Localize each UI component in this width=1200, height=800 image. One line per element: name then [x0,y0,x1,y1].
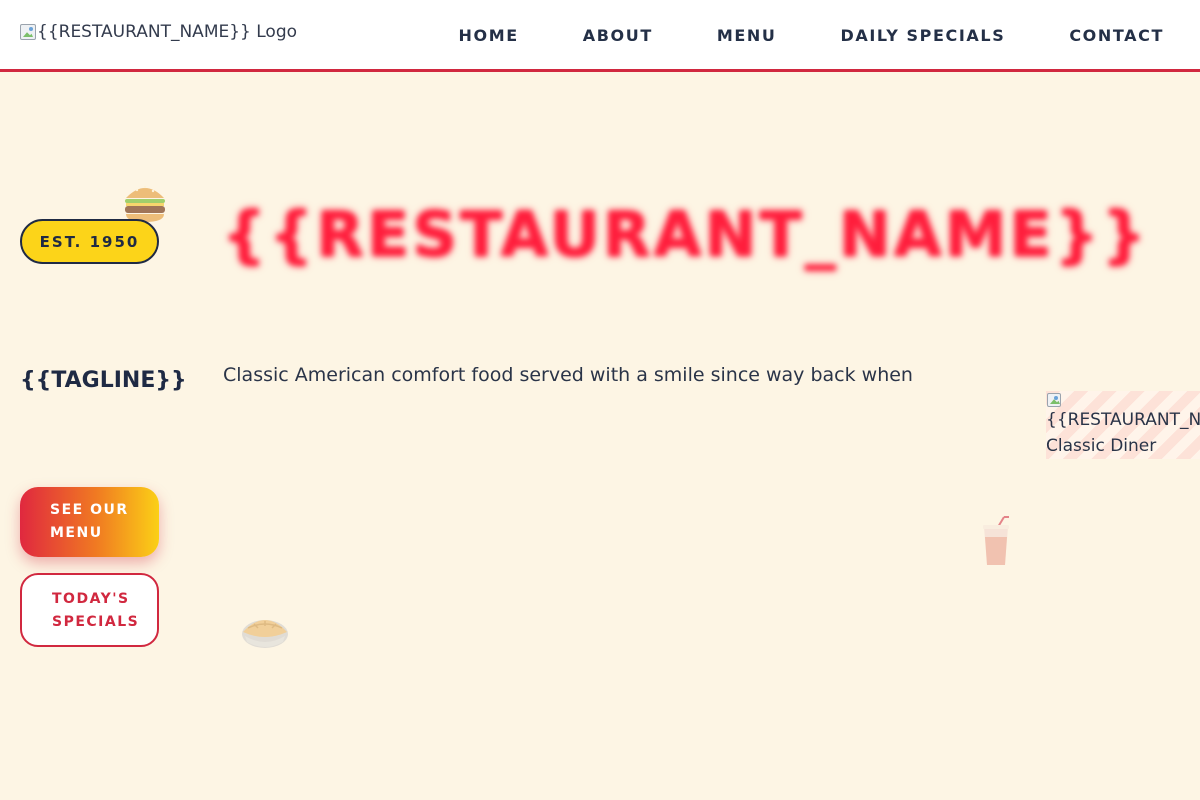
nav-menu[interactable]: MENU [717,26,777,45]
site-header: {{RESTAURANT_NAME}} Logo HOME ABOUT MENU… [0,0,1200,72]
hero-image: {{RESTAURANT_NAME}} Classic Diner [1046,391,1200,459]
hero-description: Classic American comfort food served wit… [223,364,913,386]
nav-home[interactable]: HOME [459,26,519,45]
restaurant-title: {{RESTAURANT_NAME}} [222,198,1150,271]
broken-image-icon [1047,393,1061,407]
todays-specials-label: TODAY'S SPECIALS [52,591,140,630]
burger-icon [125,185,165,222]
logo-alt-text: {{RESTAURANT_NAME}} Logo [37,22,298,42]
pie-icon [242,620,288,648]
nav-contact[interactable]: CONTACT [1069,26,1164,45]
hero-image-alt-line1: {{RESTAURANT_NAME}} [1046,410,1200,430]
todays-specials-button[interactable]: TODAY'S SPECIALS [20,573,159,647]
est-badge: EST. 1950 [20,219,159,264]
main-nav: HOME ABOUT MENU DAILY SPECIALS CONTACT [395,0,1165,70]
drink-icon [983,516,1009,565]
broken-image-icon [20,24,36,40]
see-our-menu-button[interactable]: SEE OUR MENU [20,487,159,557]
see-our-menu-label: SEE OUR MENU [50,502,129,541]
hero-image-alt-line2: Classic Diner [1046,436,1157,456]
hero-image-alt: {{RESTAURANT_NAME}} Classic Diner [1046,407,1200,459]
nav-about[interactable]: ABOUT [583,26,653,45]
tagline: {{TAGLINE}} [20,368,187,393]
nav-daily-specials[interactable]: DAILY SPECIALS [840,26,1005,45]
logo[interactable]: {{RESTAURANT_NAME}} Logo [20,22,297,42]
